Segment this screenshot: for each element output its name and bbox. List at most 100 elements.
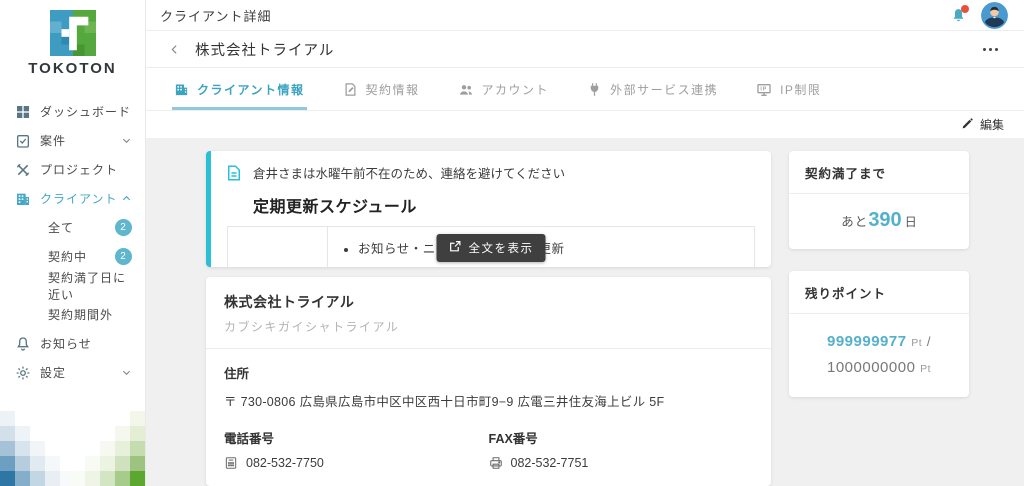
toolbar: 編集 [146, 111, 1024, 138]
fax-number: 082-532-7751 [511, 456, 589, 470]
contract-expiry-card: 契約満了まで あと390 日 [789, 151, 969, 249]
company-name: 株式会社トライアル [224, 292, 753, 312]
tab-client-info[interactable]: クライアント情報 [172, 68, 307, 110]
brand-logo[interactable]: TOKOTON [0, 0, 145, 77]
more-options-button[interactable] [979, 44, 1002, 55]
sidebar-item-label: 案件 [40, 132, 66, 149]
tab-external-services[interactable]: 外部サービス連携 [585, 68, 720, 110]
tab-label: 契約情報 [366, 81, 420, 98]
address-value: 〒 730-0806 広島県広島市中区中区西十日市町9−9 広電三井住友海上ビル… [224, 391, 753, 410]
sidebar-item-label: プロジェクト [40, 161, 118, 178]
sidebar-item-dashboard[interactable]: ダッシュボード [0, 97, 145, 126]
sidebar-item-label: 契約期間外 [48, 306, 113, 323]
mosaic-decoration-blue [0, 471, 15, 486]
sidebar-nav: ダッシュボード 案件 プロジェクト [0, 97, 145, 387]
points-unit: Pt [911, 337, 922, 349]
sidebar-item-settings[interactable]: 設定 [0, 358, 145, 387]
tab-bar: クライアント情報 契約情報 アカウント 外部サービス連携 [146, 68, 1024, 111]
points-unit: Pt [920, 363, 931, 375]
bell-icon [14, 335, 31, 352]
tokoton-logo-icon [50, 10, 96, 56]
top-header: クライアント詳細 [146, 0, 1024, 31]
schedule-heading: 定期更新スケジュール [253, 193, 755, 217]
user-avatar[interactable] [981, 2, 1008, 29]
tab-label: 外部サービス連携 [610, 81, 718, 98]
phone-icon [224, 456, 238, 470]
show-full-text-button[interactable]: 全文を表示 [437, 234, 546, 262]
clipboard-check-icon [14, 132, 31, 149]
sidebar-item-clients[interactable]: クライアント [0, 184, 145, 213]
mosaic-decoration-green [130, 471, 145, 486]
notice-card: 倉井さまは水曜午前不在のため、連絡を避けてください 定期更新スケジュール 毎月実… [206, 151, 771, 267]
gear-icon [14, 364, 31, 381]
count-badge: 2 [115, 248, 132, 265]
days-prefix: あと [841, 215, 868, 229]
points-remaining-value: 999999977 [827, 333, 907, 350]
tab-label: クライアント情報 [197, 81, 305, 98]
sidebar-item-label: 設定 [40, 364, 66, 381]
tab-contract-info[interactable]: 契約情報 [341, 68, 422, 110]
tab-label: IP制限 [780, 81, 821, 98]
tab-label: アカウント [482, 81, 550, 98]
client-note-text: 倉井さまは水曜午前不在のため、連絡を避けてください [253, 163, 565, 182]
sidebar-item-label: 契約中 [48, 248, 87, 265]
edit-button-label: 編集 [980, 116, 1004, 133]
sidebar-item-label: クライアント [40, 190, 118, 207]
sidebar-item-clients-expiring[interactable]: 契約満了日に近い [0, 271, 145, 300]
notification-dot [961, 5, 969, 13]
building-icon [14, 190, 31, 207]
company-name-kana: カブシキガイシャトライアル [224, 318, 753, 335]
sidebar-item-notifications[interactable]: お知らせ [0, 329, 145, 358]
monitor-ip-icon: IP [756, 82, 772, 98]
sidebar-item-clients-expired[interactable]: 契約期間外 [0, 300, 145, 329]
note-document-icon [225, 164, 243, 182]
tools-icon [14, 161, 31, 178]
phone-label: 電話番号 [224, 428, 489, 447]
company-info-card: 株式会社トライアル カブシキガイシャトライアル 住所 〒 730-0806 広島… [206, 277, 771, 486]
app-window: TOKOTON ダッシュボード 案件 [0, 0, 1024, 486]
svg-text:IP: IP [760, 86, 767, 92]
sidebar-item-label: ダッシュボード [40, 103, 131, 120]
building-icon [174, 82, 189, 97]
chevron-down-icon [121, 135, 132, 146]
open-in-new-icon [449, 240, 462, 256]
remaining-points-card: 残りポイント 999999977 Pt / 1000000000 Pt [789, 271, 969, 397]
chevron-up-icon [121, 193, 132, 204]
client-name-heading: 株式会社トライアル [195, 39, 334, 60]
sidebar-item-label: お知らせ [40, 335, 92, 352]
schedule-item: お知らせ・ニュースリリースの更新 [358, 238, 754, 257]
fax-icon [489, 456, 503, 470]
brand-wordmark: TOKOTON [28, 60, 116, 77]
divider [206, 348, 771, 349]
sidebar-item-clients-active[interactable]: 契約中 2 [0, 242, 145, 271]
schedule-row-label: 毎月実施 [228, 227, 328, 267]
plug-icon [587, 82, 602, 97]
address-label: 住所 [224, 363, 753, 382]
sidebar: TOKOTON ダッシュボード 案件 [0, 0, 146, 486]
main-area: クライアント詳細 株式会社トライアル [146, 0, 1024, 486]
sidebar-item-cases[interactable]: 案件 [0, 126, 145, 155]
days-remaining-value: 390 [868, 209, 901, 231]
page-title: クライアント詳細 [160, 6, 271, 25]
tab-accounts[interactable]: アカウント [456, 68, 552, 110]
sidebar-item-clients-all[interactable]: 全て 2 [0, 213, 145, 242]
document-edit-icon [343, 82, 358, 97]
sidebar-item-label: 契約満了日に近い [48, 269, 132, 303]
show-full-text-label: 全文を表示 [469, 240, 534, 256]
chevron-down-icon [121, 367, 132, 378]
count-badge: 2 [115, 219, 132, 236]
pencil-icon [961, 117, 974, 133]
contract-expiry-title: 契約満了まで [789, 151, 969, 194]
points-total-value: 1000000000 [827, 359, 915, 376]
sidebar-item-projects[interactable]: プロジェクト [0, 155, 145, 184]
schedule-item: 採用情報の見直し（募集要項の修正など） [358, 266, 754, 267]
phone-number: 082-532-7750 [246, 456, 324, 470]
back-chevron-button[interactable] [168, 43, 181, 56]
people-icon [458, 82, 474, 98]
notifications-bell-button[interactable] [950, 7, 967, 24]
days-suffix: 日 [905, 215, 917, 229]
sidebar-item-label: 全て [48, 219, 74, 236]
tab-ip-restriction[interactable]: IP IP制限 [754, 68, 823, 110]
edit-button[interactable]: 編集 [961, 116, 1004, 133]
remaining-points-title: 残りポイント [789, 271, 969, 314]
